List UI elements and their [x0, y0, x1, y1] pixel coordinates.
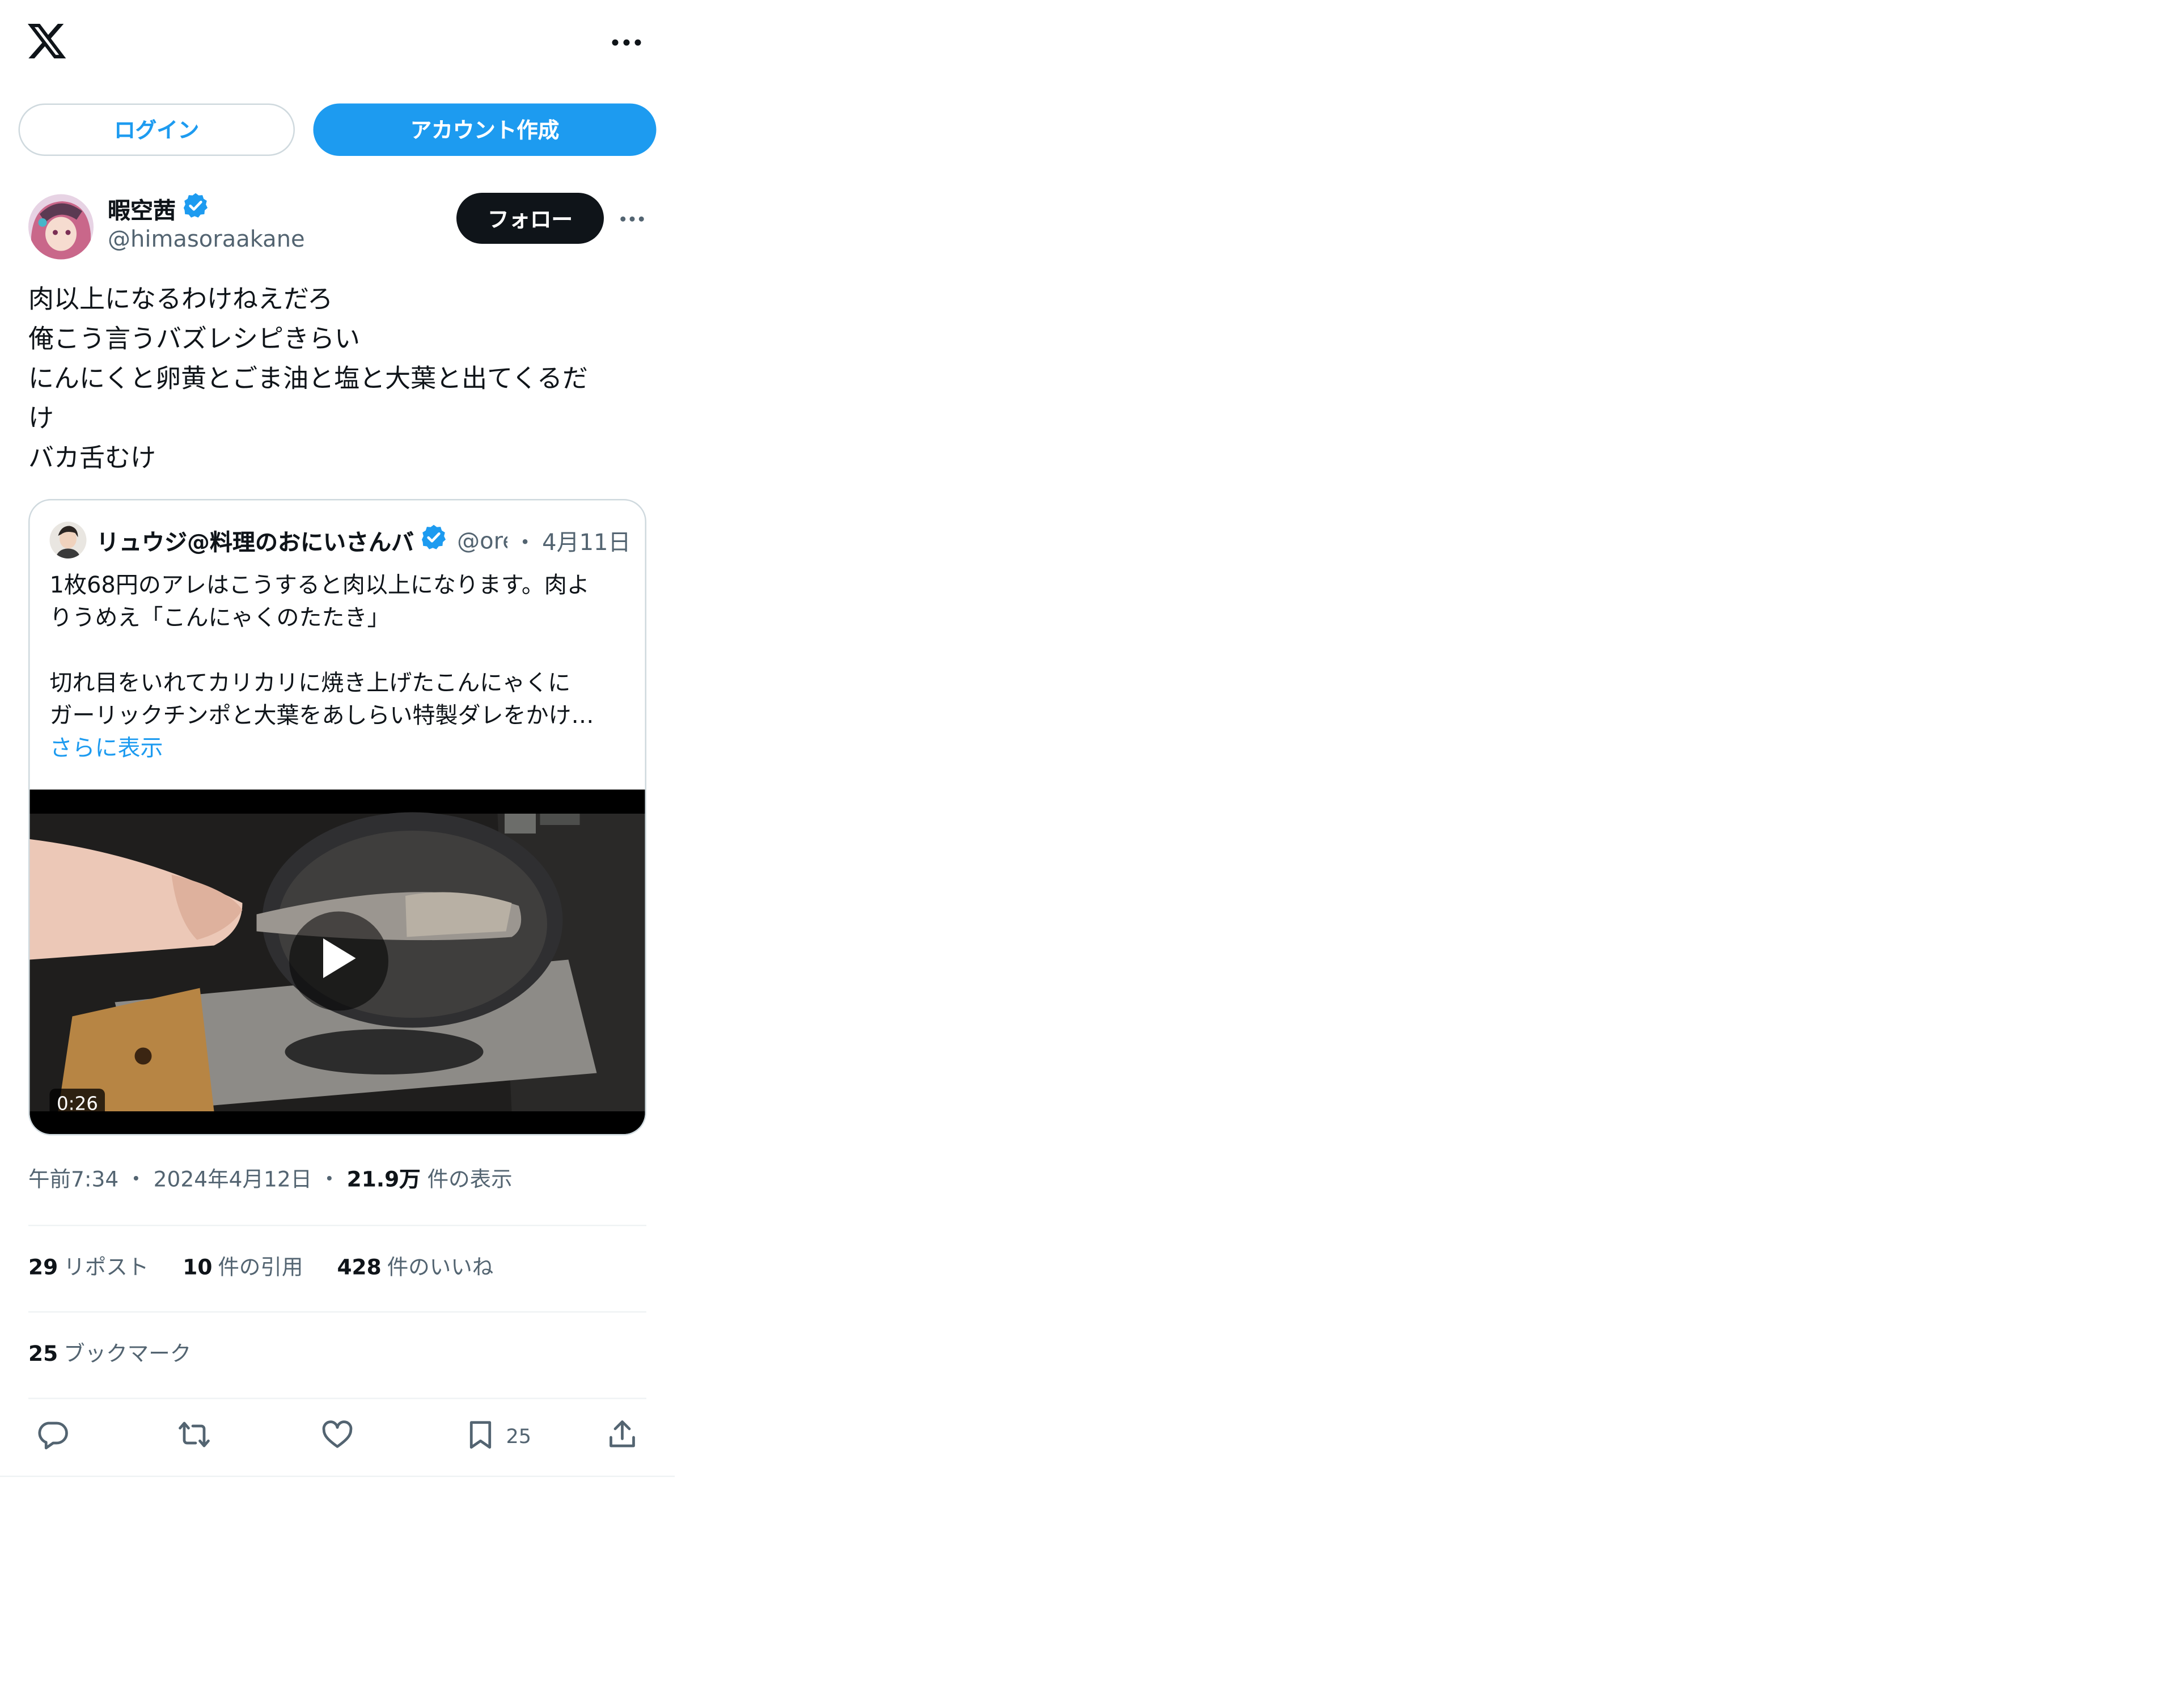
divider: [28, 1398, 646, 1399]
views-label: 件の表示: [427, 1166, 513, 1192]
quotes-count: 10: [183, 1254, 213, 1280]
top-bar: [0, 0, 675, 88]
author-name[interactable]: 暇空茜: [108, 192, 176, 226]
separator-dot: ・: [319, 1166, 340, 1192]
divider: [28, 1311, 646, 1313]
tweet-text-line: にんにくと卵黄とごま油と塩と大葉と出てくるだ: [28, 364, 588, 395]
reply-icon: [36, 1418, 70, 1457]
quoted-text-line: 1枚68円のアレはこうすると肉以上になります。肉よ: [49, 571, 590, 599]
reply-button[interactable]: [36, 1420, 70, 1454]
tweet-text-line: け: [28, 404, 54, 434]
login-button[interactable]: ログイン: [18, 103, 295, 156]
bookmark-button[interactable]: 25: [464, 1418, 532, 1457]
likes-count: 428: [337, 1254, 382, 1280]
quotes-label: 件の引用: [218, 1254, 303, 1280]
bookmark-count: 25: [506, 1426, 532, 1449]
reposts-stat[interactable]: 29 リポスト: [28, 1252, 149, 1286]
author-name-row: 暇空茜: [108, 192, 210, 226]
follow-button[interactable]: フォロー: [456, 193, 604, 244]
bookmark-icon: [464, 1418, 498, 1457]
tweet-meta: 午前7:34 ・ 2024年4月12日 ・ 21.9万 件の表示: [28, 1164, 513, 1194]
repost-icon: [177, 1418, 211, 1457]
show-more-link[interactable]: さらに表示: [50, 731, 631, 764]
author-avatar[interactable]: [28, 194, 94, 260]
tweet-text-line: バカ舌むけ: [28, 443, 156, 474]
quoted-tweet-text: 1枚68円のアレはこうすると肉以上になります。肉よ りうめえ「こんにゃくのたたき…: [50, 569, 631, 764]
divider: [0, 1475, 675, 1477]
quoted-tweet-header: リュウジ@料理のおにいさんバズレシピ @ore825 ・ 4月11日: [49, 522, 631, 558]
tweet-date[interactable]: 2024年4月12日: [154, 1167, 312, 1192]
reposts-count: 29: [28, 1254, 58, 1280]
bookmarks-count: 25: [28, 1341, 58, 1366]
engagement-stats: 29 リポスト 10 件の引用 428 件のいいね: [28, 1252, 493, 1286]
quoted-author-avatar[interactable]: [49, 522, 87, 558]
likes-stat[interactable]: 428 件のいいね: [337, 1252, 493, 1286]
play-icon: [319, 936, 359, 987]
share-button[interactable]: [606, 1420, 640, 1454]
tweet-text: 肉以上になるわけねえだろ 俺こう言うバズレシピきらい にんにくと卵黄とごま油と塩…: [28, 281, 646, 479]
tweet-text-line: 俺こう言うバズレシピきらい: [28, 324, 360, 355]
quoted-text-line: りうめえ「こんにゃくのたたき」: [49, 604, 390, 631]
divider: [28, 1225, 646, 1226]
quoted-text-line: ガーリックチンポと大葉をあしらい特製ダレをかけ…: [49, 701, 594, 729]
separator-dot: ・: [125, 1166, 147, 1192]
quoted-tweet[interactable]: リュウジ@料理のおにいさんバズレシピ @ore825 ・ 4月11日 1枚68円…: [28, 499, 646, 1136]
likes-label: 件のいいね: [387, 1254, 494, 1280]
play-button[interactable]: [289, 911, 388, 1011]
like-button[interactable]: [320, 1420, 354, 1454]
share-icon: [606, 1418, 640, 1457]
quoted-date[interactable]: 4月11日: [542, 523, 630, 557]
tweet-more-icon[interactable]: [615, 203, 649, 234]
views-count: 21.9万: [346, 1166, 421, 1192]
repost-button[interactable]: [177, 1420, 211, 1454]
reposts-label: リポスト: [64, 1254, 149, 1280]
quoted-author-handle[interactable]: @ore825: [457, 527, 508, 554]
heart-icon: [320, 1418, 354, 1457]
quotes-stat[interactable]: 10 件の引用: [183, 1252, 303, 1286]
quoted-text-line: [50, 634, 631, 667]
bookmarks-stat: 25 ブックマーク: [28, 1338, 191, 1368]
verified-badge-icon: [181, 192, 210, 226]
tweet-page: ログイン アカウント作成 暇空茜 @himasoraakane フォロー 肉以上…: [0, 0, 2183, 1684]
more-options-icon[interactable]: [607, 26, 646, 60]
video-player[interactable]: 0:26: [29, 789, 645, 1134]
separator-dot: ・: [514, 528, 537, 556]
video-duration: 0:26: [49, 1089, 105, 1120]
x-logo-icon[interactable]: [26, 20, 68, 62]
tweet-text-line: 肉以上になるわけねえだろ: [28, 285, 333, 315]
action-bar: 25: [0, 1412, 675, 1463]
verified-badge-icon: [420, 523, 448, 557]
quoted-text-line: 切れ目をいれてカリカリに焼き上げたこんにゃくに: [49, 669, 571, 696]
tweet-time[interactable]: 午前7:34: [28, 1167, 118, 1192]
quoted-author-name[interactable]: リュウジ@料理のおにいさんバズレシピ: [96, 523, 414, 557]
author-handle[interactable]: @himasoraakane: [108, 226, 305, 253]
create-account-button[interactable]: アカウント作成: [313, 103, 657, 156]
bookmarks-label: ブックマーク: [64, 1341, 192, 1366]
